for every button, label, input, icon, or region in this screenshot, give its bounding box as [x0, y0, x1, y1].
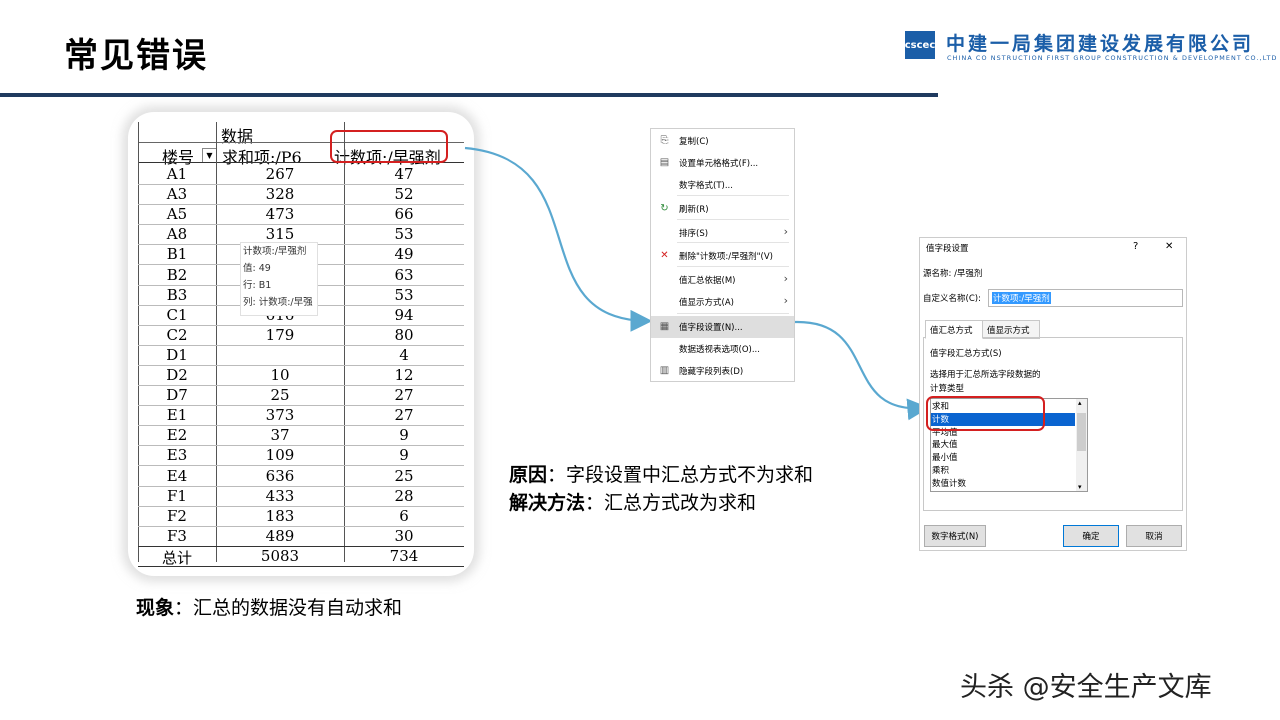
menu-item-summarize-by[interactable]: 值汇总依据(M) ›	[651, 269, 794, 291]
scroll-thumb[interactable]	[1077, 413, 1086, 451]
listbox-option-label: 最大值	[932, 440, 958, 451]
format-cells-icon: ▤	[659, 157, 670, 168]
listbox-scrollbar[interactable]: ▴ ▾	[1076, 399, 1087, 491]
tab-label: 值汇总方式	[930, 326, 973, 336]
cancel-button[interactable]: 取消	[1126, 525, 1182, 547]
menu-item-label: 刷新(R)	[679, 205, 709, 215]
menu-separator	[677, 242, 789, 243]
tab-label: 值显示方式	[987, 326, 1030, 336]
number-format-button[interactable]: 数字格式(N)	[924, 525, 986, 547]
menu-item-value-field-settings[interactable]: ▦ 值字段设置(N)...	[651, 316, 794, 338]
phenomenon-text: ：汇总的数据没有自动求和	[174, 597, 403, 619]
source-name-label: 源名称: /早强剂	[923, 269, 983, 279]
listbox-option-label: 最小值	[932, 453, 958, 464]
cause-text: ：字段设置中汇总方式不为求和	[547, 464, 814, 486]
menu-separator	[677, 266, 789, 267]
arrow-to-context-menu	[464, 146, 653, 332]
description-line: 计算类型	[930, 384, 965, 394]
menu-item-label: 数据透视表选项(O)...	[679, 345, 760, 355]
help-button[interactable]: ?	[1133, 241, 1138, 252]
dialog-title: 值字段设置	[926, 244, 969, 254]
highlight-box-count-option	[926, 396, 1045, 431]
arrow-to-dialog	[794, 320, 930, 421]
chevron-right-icon: ›	[783, 272, 788, 285]
tab-summarize-by[interactable]: 值汇总方式	[925, 320, 983, 339]
button-label: 取消	[1145, 532, 1163, 542]
listbox-option[interactable]: 最小值	[931, 451, 1075, 464]
summarize-group-label: 值字段汇总方式(S)	[930, 349, 1002, 359]
menu-item-label: 删除"计数项:/早强剂"(V)	[679, 252, 773, 262]
menu-item-label: 排序(S)	[679, 229, 709, 239]
menu-item-label: 值显示方式(A)	[679, 298, 734, 308]
menu-item-sort[interactable]: 排序(S) ›	[651, 222, 794, 244]
menu-separator	[677, 219, 789, 220]
listbox-option[interactable]: 最大值	[931, 438, 1075, 451]
copy-icon: ⎘	[660, 135, 669, 146]
menu-item-pivot-options[interactable]: 数据透视表选项(O)...	[651, 338, 794, 360]
chevron-right-icon: ›	[783, 225, 788, 238]
button-label: 数字格式(N)	[931, 532, 979, 542]
custom-name-input[interactable]: 计数项:/早强剂	[988, 289, 1183, 307]
value-field-settings-dialog: 值字段设置 ? ✕ 源名称: /早强剂 自定义名称(C): 计数项:/早强剂 值…	[919, 237, 1187, 551]
fix-caption: 解决方法：汇总方式改为求和	[509, 488, 756, 515]
delete-icon: ✕	[660, 250, 669, 261]
listbox-option[interactable]: 乘积	[931, 464, 1075, 477]
menu-item-label: 值字段设置(N)...	[679, 323, 743, 333]
menu-item-hide-field-list[interactable]: ▥ 隐藏字段列表(D)	[651, 360, 794, 382]
custom-name-label: 自定义名称(C):	[923, 294, 981, 304]
context-menu: ⎘ 复制(C) ▤ 设置单元格格式(F)... 数字格式(T)... ↻ 刷新(R) 排序(S…	[650, 128, 795, 382]
listbox-option-label: 数值计数	[932, 478, 967, 489]
phenomenon-label: 现象	[136, 597, 175, 619]
menu-item-number-format[interactable]: 数字格式(T)...	[651, 174, 794, 196]
refresh-icon: ↻	[660, 203, 669, 214]
phenomenon-caption: 现象：汇总的数据没有自动求和	[136, 593, 402, 620]
menu-item-format-cells[interactable]: ▤ 设置单元格格式(F)...	[651, 152, 794, 174]
description-line: 选择用于汇总所选字段数据的	[930, 370, 1041, 380]
ok-button[interactable]: 确定	[1063, 525, 1119, 547]
menu-item-delete-field[interactable]: ✕ 删除"计数项:/早强剂"(V)	[651, 245, 794, 267]
listbox-option-label: 乘积	[932, 466, 950, 476]
field-list-icon: ▥	[659, 365, 670, 376]
chevron-right-icon: ›	[783, 294, 788, 307]
custom-name-value: 计数项:/早强剂	[992, 292, 1051, 304]
menu-separator	[677, 195, 789, 196]
scroll-up-icon[interactable]: ▴	[1078, 399, 1082, 407]
menu-item-label: 值汇总依据(M)	[679, 276, 736, 286]
menu-item-label: 隐藏字段列表(D)	[679, 367, 744, 377]
cause-caption: 原因：字段设置中汇总方式不为求和	[509, 460, 813, 487]
menu-item-label: 复制(C)	[679, 137, 709, 147]
menu-item-show-values-as[interactable]: 值显示方式(A) ›	[651, 291, 794, 313]
scroll-down-icon[interactable]: ▾	[1078, 483, 1082, 491]
menu-separator	[677, 313, 789, 314]
menu-item-label: 数字格式(T)...	[679, 181, 733, 191]
field-settings-icon: ▦	[659, 321, 670, 332]
listbox-option[interactable]: 数值计数	[931, 477, 1075, 490]
button-label: 确定	[1082, 532, 1100, 542]
menu-item-copy[interactable]: ⎘ 复制(C)	[651, 130, 794, 152]
watermark: 头杀 @安全生产文库	[960, 672, 1212, 703]
cause-label: 原因	[509, 464, 548, 486]
menu-item-refresh[interactable]: ↻ 刷新(R)	[651, 198, 794, 220]
fix-label: 解决方法	[509, 492, 586, 514]
fix-text: ：汇总方式改为求和	[585, 492, 757, 514]
close-icon[interactable]: ✕	[1165, 241, 1173, 252]
menu-item-label: 设置单元格格式(F)...	[679, 159, 759, 169]
